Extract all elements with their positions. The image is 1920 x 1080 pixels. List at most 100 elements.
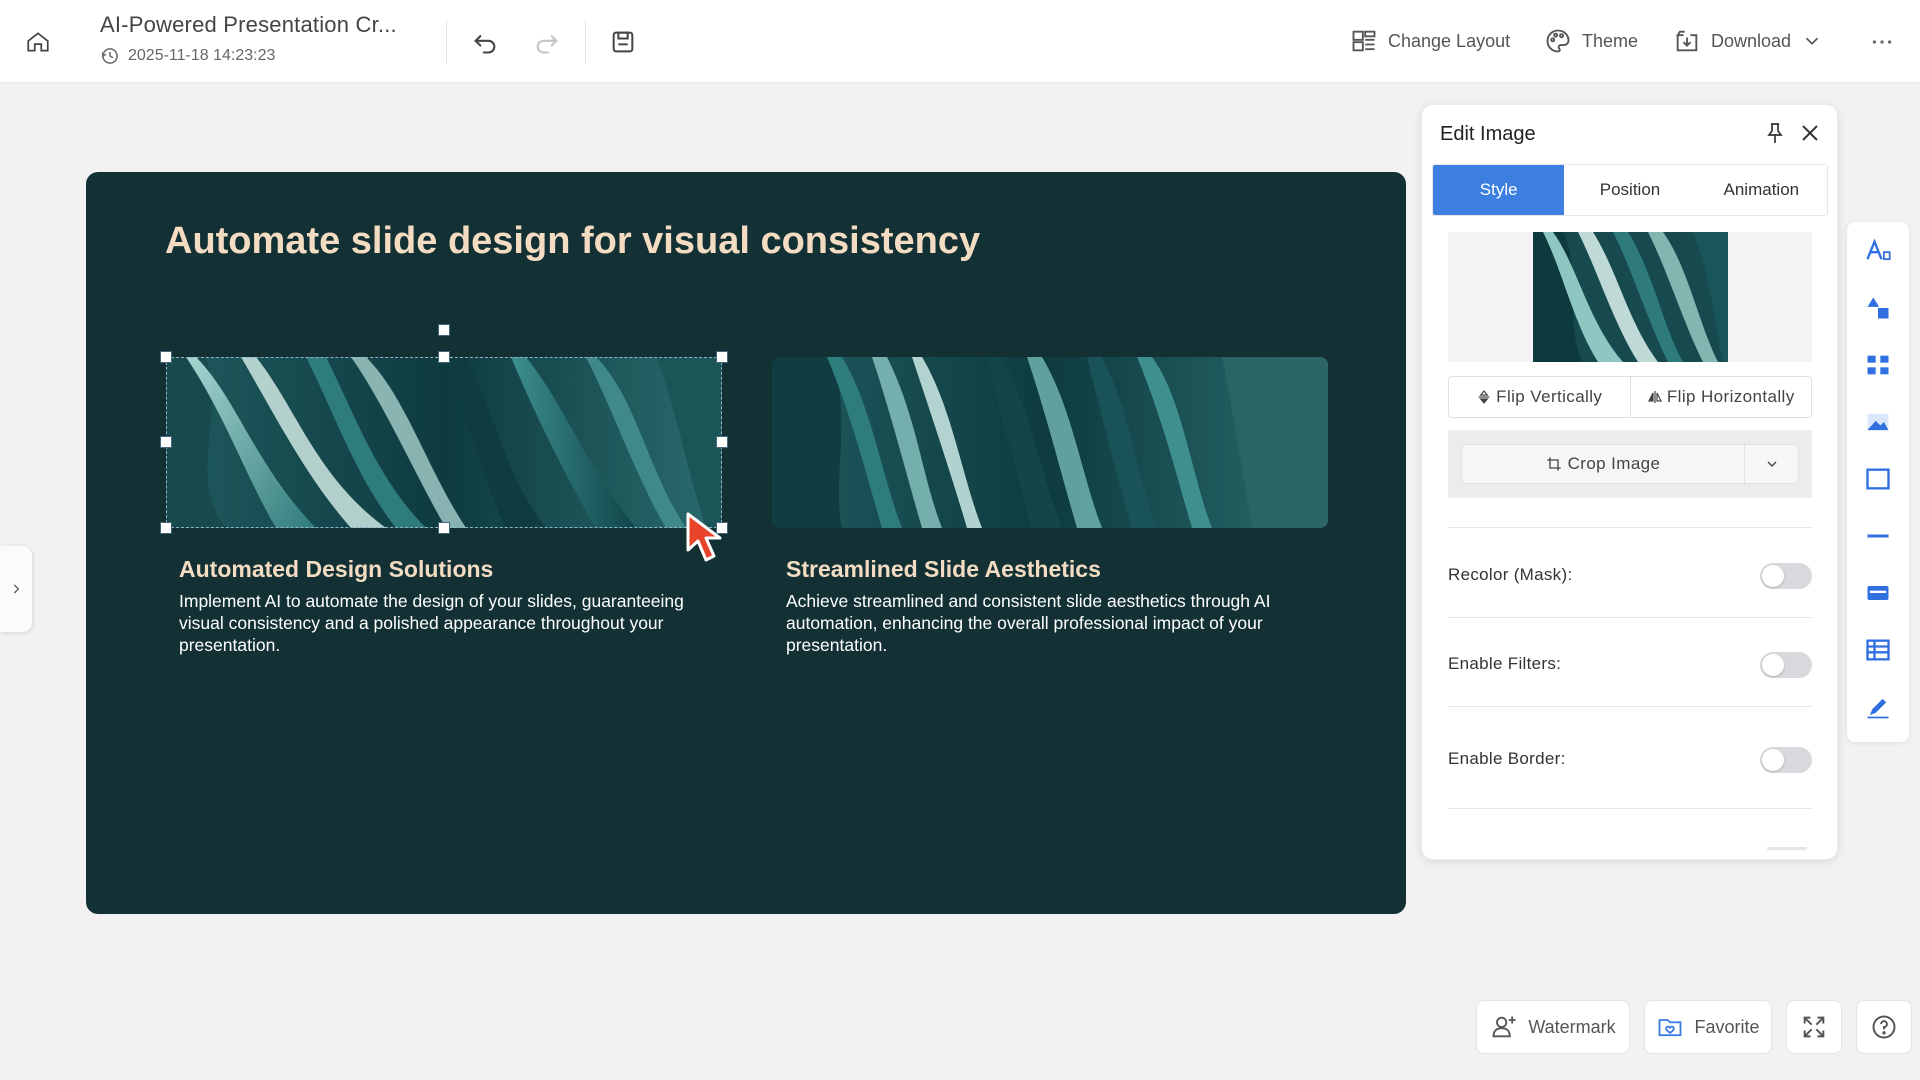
fullscreen-icon — [1803, 1016, 1825, 1038]
text-tool-button[interactable] — [1861, 234, 1895, 268]
theme-button[interactable]: Theme — [1544, 24, 1638, 58]
redo-icon — [536, 35, 558, 54]
help-button[interactable] — [1856, 1000, 1912, 1054]
tab-position[interactable]: Position — [1564, 165, 1696, 215]
resize-handle-bottom[interactable] — [438, 522, 450, 534]
last-saved-time: 2025-11-18 14:23:23 — [100, 46, 275, 66]
favorite-button[interactable]: Favorite — [1644, 1000, 1772, 1054]
flip-controls: Flip Vertically Flip Horizontally — [1448, 376, 1812, 418]
watermark-button[interactable]: Watermark — [1476, 1000, 1630, 1054]
border-toggle[interactable] — [1760, 747, 1812, 773]
line-tool-button[interactable] — [1861, 519, 1895, 553]
flip-vertically-button[interactable]: Flip Vertically — [1449, 377, 1630, 417]
download-button[interactable]: Download — [1673, 24, 1823, 58]
scroll-indicator — [1767, 847, 1807, 850]
change-layout-label: Change Layout — [1388, 30, 1511, 51]
card-image-2[interactable] — [772, 357, 1328, 528]
resize-handle-left[interactable] — [160, 436, 172, 448]
toolbar-divider — [585, 20, 586, 64]
timestamp-text: 2025-11-18 14:23:23 — [128, 47, 276, 64]
layout-icon — [1352, 30, 1376, 52]
favorite-label: Favorite — [1694, 1016, 1760, 1037]
recolor-toggle[interactable] — [1760, 563, 1812, 589]
card-description-2[interactable]: Achieve streamlined and consistent slide… — [786, 590, 1316, 656]
flip-horizontally-button[interactable]: Flip Horizontally — [1629, 377, 1812, 417]
chevron-down-icon — [1805, 37, 1819, 45]
redo-button[interactable] — [527, 22, 567, 62]
expand-sidebar-button[interactable] — [0, 546, 32, 632]
fullscreen-button[interactable] — [1786, 1000, 1842, 1054]
pin-icon — [1767, 123, 1783, 143]
crop-section: Crop Image — [1448, 430, 1812, 498]
resize-handle-bottom-left[interactable] — [160, 522, 172, 534]
undo-button[interactable] — [465, 22, 505, 62]
download-icon — [1675, 30, 1698, 52]
divider — [1448, 527, 1812, 528]
tab-style[interactable]: Style — [1433, 165, 1565, 215]
slide-title[interactable]: Automate slide design for visual consist… — [165, 220, 980, 263]
recolor-label: Recolor (Mask): — [1448, 565, 1573, 584]
divider — [1448, 808, 1812, 809]
change-layout-button[interactable]: Change Layout — [1350, 24, 1510, 58]
resize-handle-bottom-right[interactable] — [716, 522, 728, 534]
filters-toggle[interactable] — [1760, 652, 1812, 678]
flip-vertical-icon — [1478, 390, 1490, 404]
panel-tabs: Style Position Animation — [1432, 164, 1828, 216]
resize-handle-right[interactable] — [716, 436, 728, 448]
draw-tool-button[interactable] — [1861, 690, 1895, 724]
filters-label: Enable Filters: — [1448, 654, 1562, 673]
pin-panel-button[interactable] — [1759, 117, 1791, 149]
save-icon — [612, 31, 634, 53]
text-icon — [1866, 238, 1891, 261]
resize-handle-top-left[interactable] — [160, 351, 172, 363]
crop-image-label: Crop Image — [1567, 454, 1661, 473]
tab-animation[interactable]: Animation — [1695, 165, 1827, 215]
download-label: Download — [1711, 30, 1792, 51]
crop-image-button[interactable]: Crop Image — [1461, 444, 1799, 484]
grid-tool-button[interactable] — [1861, 348, 1895, 382]
frame-tool-button[interactable] — [1861, 462, 1895, 496]
rotate-handle[interactable] — [438, 324, 450, 336]
card-image-1[interactable] — [166, 357, 722, 528]
flip-horizontal-icon — [1647, 391, 1662, 403]
slide-canvas[interactable]: Automate slide design for visual consist… — [86, 172, 1406, 914]
favorite-folder-icon — [1659, 1019, 1682, 1037]
abstract-wave-image — [772, 357, 1328, 528]
resize-handle-top[interactable] — [438, 351, 450, 363]
more-options-button[interactable] — [1862, 22, 1902, 62]
resize-handle-top-right[interactable] — [716, 351, 728, 363]
palette-icon — [1546, 29, 1570, 53]
chevron-down-icon — [1767, 461, 1776, 467]
card-description-1[interactable]: Implement AI to automate the design of y… — [179, 590, 709, 656]
toolbar-divider — [446, 20, 447, 64]
edit-image-panel: Edit Image Style Position Animation Flip… — [1421, 104, 1838, 860]
more-icon — [1872, 40, 1892, 44]
shapes-icon — [1867, 297, 1889, 319]
banner-tool-button[interactable] — [1861, 576, 1895, 610]
element-toolbar — [1847, 222, 1909, 742]
document-title[interactable]: AI-Powered Presentation Cr... — [100, 12, 397, 38]
help-icon — [1872, 1015, 1896, 1039]
close-icon — [1802, 125, 1818, 141]
line-icon — [1867, 534, 1889, 538]
image-tool-button[interactable] — [1861, 405, 1895, 439]
crop-options-dropdown[interactable] — [1744, 445, 1798, 483]
card-title-1[interactable]: Automated Design Solutions — [179, 556, 493, 583]
shape-tool-button[interactable] — [1861, 291, 1895, 325]
watermark-icon — [1492, 1016, 1516, 1038]
top-toolbar: AI-Powered Presentation Cr... 2025-11-18… — [0, 0, 1920, 83]
crop-icon — [1546, 457, 1561, 471]
crop-image-main[interactable]: Crop Image — [1462, 445, 1744, 483]
close-panel-button[interactable] — [1794, 117, 1826, 149]
frame-icon — [1866, 468, 1890, 490]
divider — [1448, 617, 1812, 618]
card-title-2[interactable]: Streamlined Slide Aesthetics — [786, 556, 1101, 583]
save-button[interactable] — [603, 22, 643, 62]
table-tool-button[interactable] — [1861, 633, 1895, 667]
home-button[interactable] — [18, 22, 58, 62]
pen-icon — [1867, 698, 1889, 719]
border-label: Enable Border: — [1448, 749, 1566, 768]
flip-vertically-label: Flip Vertically — [1496, 387, 1603, 406]
flip-horizontally-label: Flip Horizontally — [1666, 387, 1795, 406]
image-preview — [1448, 232, 1812, 362]
